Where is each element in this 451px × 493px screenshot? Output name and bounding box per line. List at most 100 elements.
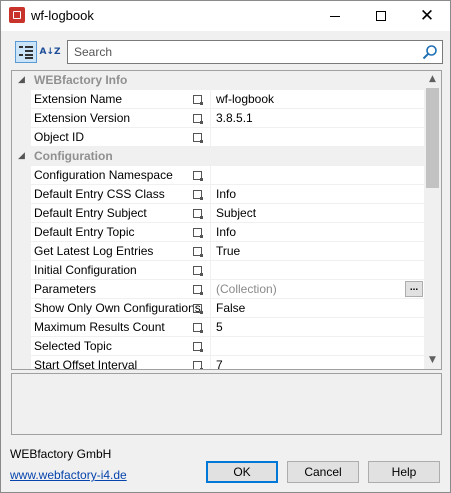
title-bar: wf-logbook ✕ (1, 1, 450, 31)
property-row[interactable]: Show Only Own Configurations False (12, 299, 425, 318)
window-title: wf-logbook (31, 8, 94, 23)
category-gutter: ◢ (12, 147, 31, 166)
maximize-icon (376, 11, 386, 21)
property-row[interactable]: Default Entry Subject Subject (12, 204, 425, 223)
property-value[interactable]: False (211, 299, 425, 318)
binding-icon[interactable] (193, 114, 203, 124)
row-gutter (12, 109, 31, 128)
collapse-icon[interactable]: ◢ (18, 76, 25, 85)
scroll-thumb[interactable] (426, 88, 439, 188)
row-gutter (12, 318, 31, 337)
alphabetical-sort-icon: A↓Z (39, 47, 61, 57)
property-row[interactable]: Extension Version 3.8.5.1 (12, 109, 425, 128)
property-value[interactable]: 3.8.5.1 (211, 109, 425, 128)
property-name[interactable]: Maximum Results Count (31, 318, 211, 337)
binding-icon[interactable] (193, 171, 203, 181)
row-gutter (12, 261, 31, 280)
maximize-button[interactable] (358, 1, 404, 31)
property-name[interactable]: Extension Name (31, 90, 211, 109)
property-row[interactable]: Parameters (Collection)... (12, 280, 425, 299)
property-name[interactable]: Selected Topic (31, 337, 211, 356)
property-value[interactable] (211, 166, 425, 185)
property-name[interactable]: Default Entry CSS Class (31, 185, 211, 204)
scroll-up-icon[interactable]: ▲ (424, 71, 441, 88)
property-row[interactable]: Initial Configuration (12, 261, 425, 280)
binding-icon[interactable] (193, 361, 203, 369)
row-gutter (12, 90, 31, 109)
property-name[interactable]: Default Entry Topic (31, 223, 211, 242)
search-input[interactable] (68, 41, 416, 63)
search-box (67, 40, 443, 64)
category-label: WEBfactory Info (34, 73, 128, 87)
property-row[interactable]: Selected Topic (12, 337, 425, 356)
property-value[interactable]: 5 (211, 318, 425, 337)
vertical-scrollbar[interactable]: ▲ ▼ (424, 71, 441, 369)
property-row[interactable]: Default Entry Topic Info (12, 223, 425, 242)
property-value[interactable] (211, 128, 425, 147)
property-row[interactable]: Get Latest Log Entries True (12, 242, 425, 261)
property-value[interactable]: Info (211, 185, 425, 204)
property-row[interactable]: Start Offset Interval 7 (12, 356, 425, 369)
binding-icon[interactable] (193, 133, 203, 143)
property-name[interactable]: Get Latest Log Entries (31, 242, 211, 261)
ok-button[interactable]: OK (206, 461, 278, 483)
dialog-window: wf-logbook ✕ A↓Z ◢ WEBfactory Info Extensi… (0, 0, 451, 493)
property-value[interactable]: wf-logbook (211, 90, 425, 109)
binding-icon[interactable] (193, 323, 203, 333)
property-row[interactable]: Object ID (12, 128, 425, 147)
property-name[interactable]: Show Only Own Configurations (31, 299, 211, 318)
close-button[interactable]: ✕ (404, 1, 450, 31)
collapse-icon[interactable]: ◢ (18, 152, 25, 161)
row-gutter (12, 128, 31, 147)
property-name[interactable]: Parameters (31, 280, 211, 299)
category-row[interactable]: ◢ Configuration (12, 147, 425, 166)
property-value[interactable]: 7 (211, 356, 425, 369)
property-value[interactable] (211, 261, 425, 280)
property-value[interactable]: True (211, 242, 425, 261)
property-value[interactable]: (Collection) (211, 280, 425, 299)
property-grid: ◢ WEBfactory Info Extension Name wf-logbook… (11, 70, 442, 370)
property-row[interactable]: Default Entry CSS Class Info (12, 185, 425, 204)
help-button[interactable]: Help (368, 461, 440, 483)
scroll-down-icon[interactable]: ▼ (424, 352, 441, 369)
property-name[interactable]: Extension Version (31, 109, 211, 128)
binding-icon[interactable] (193, 95, 203, 105)
category-row[interactable]: ◢ WEBfactory Info (12, 71, 425, 90)
property-row[interactable]: Extension Name wf-logbook (12, 90, 425, 109)
property-value[interactable] (211, 337, 425, 356)
property-name[interactable]: Configuration Namespace (31, 166, 211, 185)
description-pane (11, 373, 442, 435)
property-value[interactable]: Info (211, 223, 425, 242)
property-name[interactable]: Default Entry Subject (31, 204, 211, 223)
minimize-icon (330, 15, 340, 17)
property-row[interactable]: Configuration Namespace (12, 166, 425, 185)
binding-icon[interactable] (193, 209, 203, 219)
row-gutter (12, 356, 31, 369)
property-name[interactable]: Start Offset Interval (31, 356, 211, 369)
alphabetical-sort-button[interactable]: A↓Z (39, 41, 61, 63)
website-link[interactable]: www.webfactory-i4.de (10, 468, 127, 482)
row-gutter (12, 223, 31, 242)
binding-icon[interactable] (193, 285, 203, 295)
property-value[interactable]: Subject (211, 204, 425, 223)
company-name: WEBfactory GmbH (10, 447, 112, 461)
category-label: Configuration (34, 149, 113, 163)
categorized-view-button[interactable] (15, 41, 37, 63)
binding-icon[interactable] (193, 304, 203, 314)
close-icon: ✕ (419, 5, 435, 26)
cancel-button[interactable]: Cancel (287, 461, 359, 483)
collection-editor-button[interactable]: ... (405, 281, 423, 297)
binding-icon[interactable] (193, 190, 203, 200)
property-name[interactable]: Object ID (31, 128, 211, 147)
binding-icon[interactable] (193, 228, 203, 238)
binding-icon[interactable] (193, 342, 203, 352)
property-toolbar: A↓Z (11, 39, 443, 67)
row-gutter (12, 185, 31, 204)
property-name[interactable]: Initial Configuration (31, 261, 211, 280)
binding-icon[interactable] (193, 266, 203, 276)
search-icon[interactable] (422, 44, 438, 60)
minimize-button[interactable] (312, 1, 358, 31)
binding-icon[interactable] (193, 247, 203, 257)
property-row[interactable]: Maximum Results Count 5 (12, 318, 425, 337)
category-gutter: ◢ (12, 71, 31, 90)
